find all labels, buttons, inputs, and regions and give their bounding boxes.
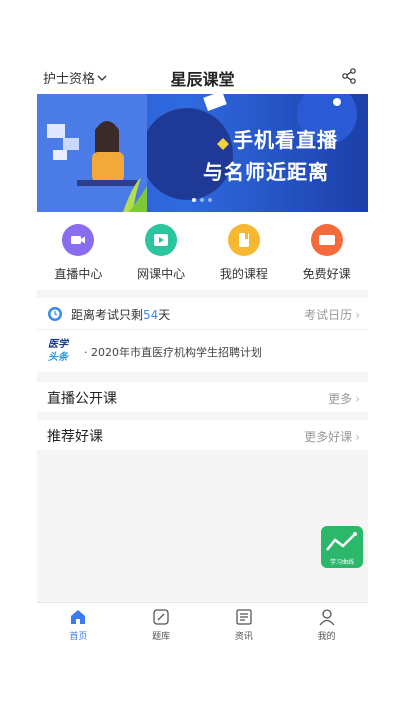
svg-text:头条: 头条: [48, 351, 70, 363]
banner-dot[interactable]: [192, 198, 196, 202]
banner-dot[interactable]: [208, 198, 212, 202]
bottom-tab-bar: 首页 题库 资讯 我的: [37, 602, 368, 646]
news-headline-row[interactable]: 医学 头条 · 2020年市直医疗机构学生招聘计划: [37, 330, 368, 372]
section-title: 直播公开课: [47, 391, 117, 407]
banner-subheadline: 与名师近距离: [203, 160, 329, 184]
nav-online-course[interactable]: 网课中心: [120, 212, 203, 290]
exam-countdown: 距离考试只剩54天 考试日历 ›: [37, 298, 368, 330]
quick-nav: 直播中心 网课中心 我的课程 免费好课: [37, 212, 368, 290]
promo-banner[interactable]: 手机看直播 与名师近距离: [37, 94, 368, 212]
section-title: 推荐好课: [47, 429, 103, 445]
chevron-right-icon: ›: [355, 392, 360, 406]
medical-headline-logo: 医学 头条: [47, 336, 81, 364]
tab-profile[interactable]: 我的: [285, 603, 368, 646]
profile-icon: [319, 609, 335, 626]
tab-label: 我的: [317, 632, 336, 642]
more-label: 更多: [328, 392, 353, 406]
banner-decor: [147, 94, 357, 200]
countdown-text: 距离考试只剩54天: [71, 306, 170, 323]
book-icon: [227, 224, 260, 256]
svg-text:医学: 医学: [48, 338, 70, 350]
banner-headline: 手机看直播: [233, 128, 338, 152]
nav-label: 我的课程: [219, 267, 268, 281]
nav-label: 直播中心: [54, 267, 103, 281]
calendar-link-label: 考试日历: [304, 308, 353, 322]
banner-illustration: [37, 94, 147, 212]
recommended-section: 推荐好课 更多好课 ›: [37, 420, 368, 450]
live-more-link[interactable]: 更多 ›: [328, 390, 360, 407]
app-screen: 护士资格 星辰课堂 手机看直播 与名师近距离 直播中心 网课中心 我的课程 免费…: [37, 58, 368, 646]
tab-home[interactable]: 首页: [37, 603, 120, 646]
news-title: · 2020年市直医疗机构学生招聘计划: [84, 346, 262, 359]
banner-dot[interactable]: [200, 198, 204, 202]
top-header: 护士资格 星辰课堂: [37, 58, 368, 94]
banner-pagination: [192, 198, 212, 202]
exam-calendar-link[interactable]: 考试日历 ›: [304, 306, 360, 323]
nav-label: 免费好课: [302, 267, 351, 281]
share-icon[interactable]: [340, 67, 358, 85]
more-label: 更多好课: [304, 430, 353, 444]
study-curve-label: 学习曲线: [329, 559, 354, 566]
news-icon: [236, 609, 252, 625]
countdown-prefix: 距离考试只剩: [71, 308, 144, 322]
chevron-right-icon: ›: [355, 430, 360, 444]
tab-question-bank[interactable]: 题库: [120, 603, 203, 646]
countdown-days: 54: [143, 308, 159, 322]
live-camera-icon: [62, 224, 95, 256]
chevron-right-icon: ›: [355, 308, 360, 322]
tab-label: 首页: [69, 632, 88, 642]
live-open-class-section: 直播公开课 更多 ›: [37, 382, 368, 412]
nav-my-courses[interactable]: 我的课程: [203, 212, 286, 290]
free-tag-icon: [310, 224, 343, 256]
home-icon: [71, 610, 86, 624]
nav-free-courses[interactable]: 免费好课: [285, 212, 368, 290]
question-bank-icon: [153, 609, 169, 625]
page-title: 星辰课堂: [170, 70, 235, 89]
nav-live-center[interactable]: 直播中心: [37, 212, 120, 290]
recommend-more-link[interactable]: 更多好课 ›: [304, 428, 360, 445]
nav-label: 网课中心: [137, 267, 186, 281]
study-curve-button[interactable]: 学习曲线: [321, 526, 363, 568]
tab-news[interactable]: 资讯: [203, 603, 286, 646]
news-headline: 2020年市直医疗机构学生招聘计划: [91, 346, 262, 359]
tab-label: 资讯: [234, 632, 253, 642]
tab-label: 题库: [152, 632, 171, 642]
countdown-suffix: 天: [158, 308, 171, 322]
clock-icon: [48, 307, 62, 321]
video-play-icon: [145, 224, 178, 256]
chart-line-icon: [326, 532, 357, 551]
